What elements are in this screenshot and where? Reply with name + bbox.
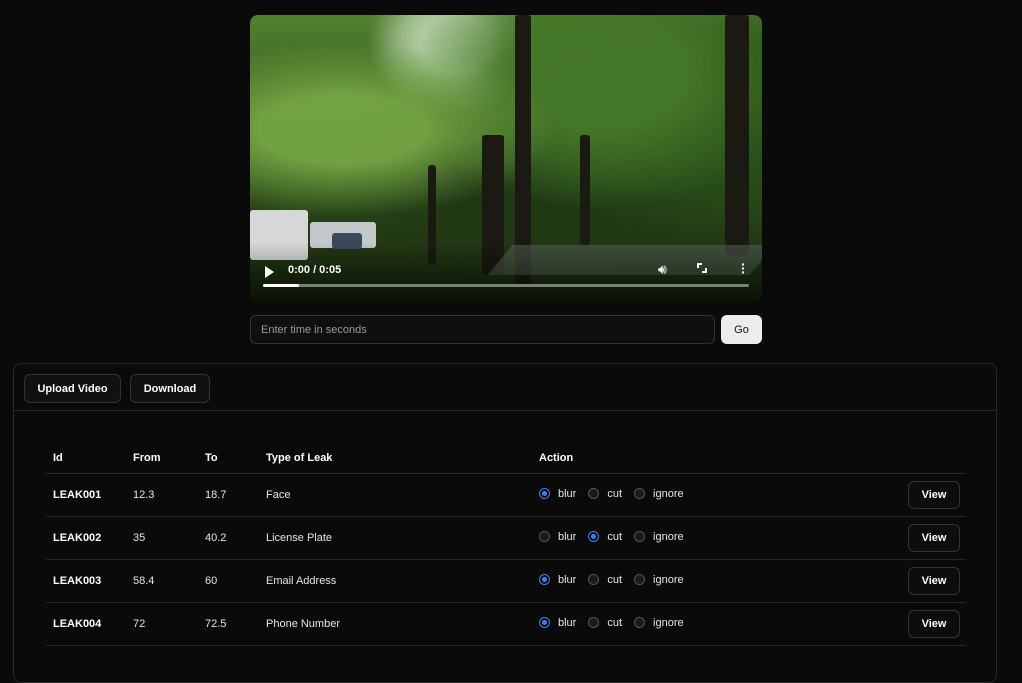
action-option-blur[interactable]: blur: [539, 574, 576, 586]
radio-label: cut: [607, 530, 623, 543]
action-option-ignore[interactable]: ignore: [634, 531, 684, 543]
radio-label: blur: [558, 530, 577, 543]
radio-label: cut: [607, 573, 623, 586]
leak-type: Face: [259, 473, 532, 517]
radio-cut[interactable]: [588, 574, 600, 586]
radio-blur[interactable]: [539, 488, 550, 500]
leak-to: 40.2: [198, 516, 259, 560]
action-option-cut[interactable]: cut: [588, 531, 622, 543]
radio-label: cut: [607, 616, 623, 629]
leak-type: Phone Number: [259, 602, 532, 646]
action-option-ignore[interactable]: ignore: [634, 488, 684, 500]
header-from: From: [126, 443, 198, 474]
radio-label: ignore: [653, 573, 684, 586]
leak-action: blur cut ignore: [532, 516, 843, 560]
leak-action: blur cut ignore: [532, 559, 843, 603]
radio-label: blur: [558, 573, 577, 586]
leak-from: 72: [126, 602, 198, 646]
leak-type: License Plate: [259, 516, 532, 560]
tree-trunk: [725, 15, 749, 255]
table-row: LEAK001 12.3 18.7 Face blur cut ignore View: [46, 473, 966, 517]
leak-action: blur cut ignore: [532, 473, 843, 517]
view-cell: View: [842, 473, 966, 517]
action-option-blur[interactable]: blur: [539, 617, 576, 629]
radio-cut[interactable]: [588, 488, 600, 500]
leak-to: 18.7: [198, 473, 259, 517]
fullscreen-icon[interactable]: [697, 263, 707, 273]
radio-blur[interactable]: [539, 574, 550, 586]
progress-bar[interactable]: [263, 284, 749, 287]
more-options-icon[interactable]: · · ·: [741, 257, 746, 279]
radio-cut[interactable]: [588, 617, 600, 629]
table-row: LEAK003 58.4 60 Email Address blur cut ignore V…: [46, 559, 966, 603]
radio-label: ignore: [653, 616, 684, 629]
volume-icon[interactable]: 🔊︎: [658, 261, 667, 278]
radio-label: ignore: [653, 530, 684, 543]
view-button[interactable]: View: [908, 481, 960, 509]
view-cell: View: [842, 516, 966, 560]
view-button[interactable]: View: [908, 567, 960, 595]
table-row: LEAK004 72 72.5 Phone Number blur cut ignore Vi…: [46, 602, 966, 646]
download-button[interactable]: Download: [130, 374, 210, 403]
action-option-blur[interactable]: blur: [539, 488, 576, 500]
upload-video-button[interactable]: Upload Video: [24, 374, 121, 403]
leaks-table: Id From To Type of Leak Action LEAK001 12…: [46, 443, 966, 646]
header-type: Type of Leak: [259, 443, 532, 474]
header-action: Action: [532, 443, 843, 474]
view-cell: View: [842, 602, 966, 646]
action-option-blur[interactable]: blur: [539, 531, 576, 543]
radio-ignore[interactable]: [634, 531, 646, 543]
action-option-ignore[interactable]: ignore: [634, 617, 684, 629]
tree-trunk: [580, 135, 590, 245]
header-view: [842, 443, 966, 474]
toolbar: Upload Video Download: [14, 364, 996, 411]
control-row: 0:00 / 0:05 🔊︎ · · ·: [250, 256, 762, 279]
view-cell: View: [842, 559, 966, 603]
leak-id: LEAK004: [46, 602, 126, 646]
time-input[interactable]: [250, 315, 715, 344]
leak-action: blur cut ignore: [532, 602, 843, 646]
leak-to: 60: [198, 559, 259, 603]
radio-label: ignore: [653, 487, 684, 500]
header-id: Id: [46, 443, 126, 474]
action-option-cut[interactable]: cut: [588, 488, 622, 500]
leak-from: 58.4: [126, 559, 198, 603]
radio-label: blur: [558, 487, 577, 500]
go-button[interactable]: Go: [721, 315, 762, 344]
view-button[interactable]: View: [908, 610, 960, 638]
radio-ignore[interactable]: [634, 574, 646, 586]
leaks-panel: Upload Video Download Id From To Type of…: [13, 363, 997, 683]
leak-from: 12.3: [126, 473, 198, 517]
play-icon[interactable]: [265, 266, 274, 278]
leak-id: LEAK002: [46, 516, 126, 560]
radio-label: cut: [607, 487, 623, 500]
leak-id: LEAK001: [46, 473, 126, 517]
radio-ignore[interactable]: [634, 617, 646, 629]
radio-label: blur: [558, 616, 577, 629]
leak-to: 72.5: [198, 602, 259, 646]
radio-blur[interactable]: [539, 617, 550, 629]
action-option-cut[interactable]: cut: [588, 617, 622, 629]
progress-fill: [263, 284, 300, 287]
action-option-ignore[interactable]: ignore: [634, 574, 684, 586]
time-display: 0:00 / 0:05: [288, 264, 342, 276]
action-option-cut[interactable]: cut: [588, 574, 622, 586]
view-button[interactable]: View: [908, 524, 960, 552]
radio-cut[interactable]: [588, 531, 600, 543]
leak-from: 35: [126, 516, 198, 560]
radio-ignore[interactable]: [634, 488, 646, 500]
table-header-row: Id From To Type of Leak Action: [46, 443, 966, 474]
video-player[interactable]: 0:00 / 0:05 🔊︎ · · ·: [250, 15, 762, 302]
radio-blur[interactable]: [539, 531, 550, 543]
leak-type: Email Address: [259, 559, 532, 603]
table-row: LEAK002 35 40.2 License Plate blur cut ignore V…: [46, 516, 966, 560]
leak-id: LEAK003: [46, 559, 126, 603]
header-to: To: [198, 443, 259, 474]
